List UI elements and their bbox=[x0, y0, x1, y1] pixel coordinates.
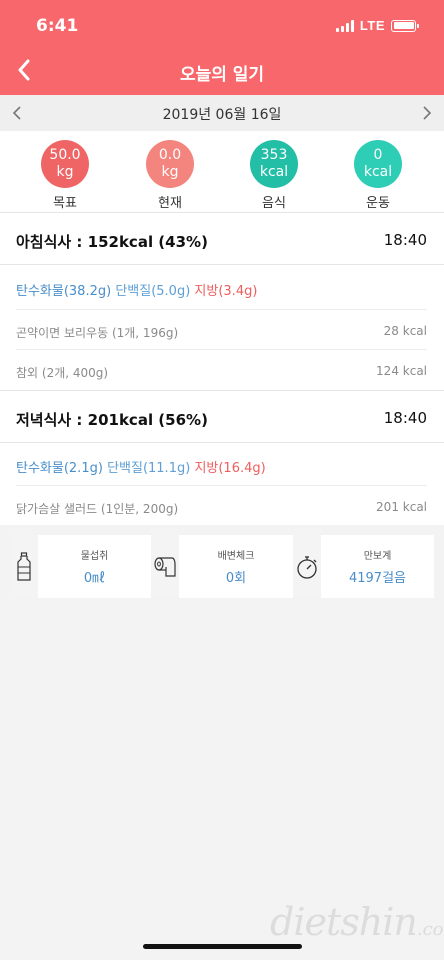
tracker-label: 만보계 bbox=[363, 551, 392, 562]
date-navigator: 2019년 06월 16일 bbox=[0, 95, 444, 131]
carb-amount: 탄수화물(2.1g) bbox=[16, 461, 103, 476]
next-day-button[interactable] bbox=[416, 102, 438, 124]
food-name: 닭가슴살 샐러드 (1인분, 200g) bbox=[16, 502, 179, 516]
meal-title: 아침식사 : 152kcal (43%) bbox=[16, 233, 208, 251]
chevron-right-icon bbox=[423, 106, 432, 120]
summary-stats: 50.0 kg 목표 0.0 kg 현재 353 kcal 음식 0 kcal … bbox=[0, 131, 444, 213]
pedometer[interactable]: 만보계 4197걸음 bbox=[321, 535, 434, 598]
meal-time: 18:40 bbox=[383, 409, 427, 427]
stat-exercise[interactable]: 0 kcal 운동 bbox=[338, 140, 418, 211]
current-date: 2019년 06월 16일 bbox=[162, 107, 282, 123]
food-item[interactable]: 참외 (2개, 400g) 124 kcal bbox=[16, 350, 427, 390]
meal-list: 아침식사 : 152kcal (43%) 18:40 탄수화물(38.2g) 단… bbox=[0, 213, 444, 525]
stat-unit: kcal bbox=[363, 164, 393, 180]
food-kcal: 201 kcal bbox=[376, 500, 427, 514]
stat-circle: 353 kcal bbox=[250, 140, 298, 188]
stat-unit: kg bbox=[161, 164, 179, 180]
food-kcal: 28 kcal bbox=[383, 324, 427, 338]
stat-unit: kcal bbox=[259, 164, 289, 180]
watermark-logo: dietshin.com bbox=[270, 900, 444, 944]
stat-circle: 50.0 kg bbox=[41, 140, 89, 188]
macro-summary: 탄수화물(2.1g) 단백질(11.1g) 지방(16.4g) bbox=[16, 457, 266, 476]
stat-label: 운동 bbox=[366, 196, 390, 211]
stat-value: 0 bbox=[373, 147, 383, 163]
tracker-label: 배변체크 bbox=[217, 551, 255, 562]
water-bottle-icon bbox=[10, 535, 38, 598]
stat-value: 353 bbox=[260, 147, 288, 163]
stat-label: 목표 bbox=[53, 196, 77, 211]
macro-summary: 탄수화물(38.2g) 단백질(5.0g) 지방(3.4g) bbox=[16, 280, 257, 299]
bowel-check[interactable]: 배변체크 0회 bbox=[179, 535, 293, 598]
status-indicators: LTE bbox=[335, 18, 419, 33]
carb-amount: 탄수화물(38.2g) bbox=[16, 284, 112, 299]
water-intake[interactable]: 물섭취 0㎖ bbox=[38, 535, 151, 598]
food-name: 곤약이면 보리우동 (1개, 196g) bbox=[16, 326, 179, 340]
meal-header-breakfast[interactable]: 아침식사 : 152kcal (43%) 18:40 bbox=[0, 213, 444, 265]
stat-food[interactable]: 353 kcal 음식 bbox=[234, 140, 314, 211]
stat-circle: 0.0 kg bbox=[146, 140, 194, 188]
stat-goal[interactable]: 50.0 kg 목표 bbox=[25, 140, 105, 211]
daily-tracker: 물섭취 0㎖ 배변체크 0회 만보계 4197걸음 bbox=[10, 535, 434, 598]
stat-label: 음식 bbox=[262, 196, 286, 211]
tracker-value: 0회 bbox=[225, 571, 247, 586]
protein-amount: 단백질(5.0g) bbox=[115, 284, 191, 299]
meal-title: 저녁식사 : 201kcal (56%) bbox=[16, 411, 208, 429]
food-item[interactable]: 닭가슴살 샐러드 (1인분, 200g) 201 kcal bbox=[16, 486, 427, 526]
watermark-text: dietshin bbox=[270, 900, 418, 944]
stat-label: 현재 bbox=[158, 196, 182, 211]
meal-header-dinner[interactable]: 저녁식사 : 201kcal (56%) 18:40 bbox=[0, 391, 444, 443]
page-title: 오늘의 일기 bbox=[179, 65, 265, 85]
home-indicator[interactable] bbox=[143, 944, 302, 949]
status-time: 6:41 bbox=[36, 16, 79, 36]
app-header: 6:41 LTE 오늘의 일기 bbox=[0, 0, 444, 95]
stat-value: 0.0 bbox=[158, 147, 182, 163]
tracker-value: 0㎖ bbox=[83, 571, 106, 586]
protein-amount: 단백질(11.1g) bbox=[107, 461, 191, 476]
watermark-suffix: .com bbox=[416, 919, 444, 940]
food-name: 참외 (2개, 400g) bbox=[16, 366, 109, 380]
network-label: LTE bbox=[359, 18, 385, 33]
fat-amount: 지방(16.4g) bbox=[194, 461, 266, 476]
food-kcal: 124 kcal bbox=[376, 364, 427, 378]
food-item[interactable]: 곤약이면 보리우동 (1개, 196g) 28 kcal bbox=[16, 310, 427, 350]
stopwatch-icon bbox=[293, 535, 321, 598]
stat-current[interactable]: 0.0 kg 현재 bbox=[130, 140, 210, 211]
stat-value: 50.0 bbox=[49, 147, 81, 163]
toilet-paper-icon bbox=[151, 535, 179, 598]
battery-icon bbox=[391, 19, 419, 32]
signal-icon bbox=[335, 19, 354, 32]
stat-unit: kg bbox=[56, 164, 74, 180]
stat-circle: 0 kcal bbox=[354, 140, 402, 188]
tracker-value: 4197걸음 bbox=[348, 571, 406, 586]
meal-time: 18:40 bbox=[383, 231, 427, 249]
fat-amount: 지방(3.4g) bbox=[194, 284, 258, 299]
tracker-label: 물섭취 bbox=[80, 551, 109, 562]
